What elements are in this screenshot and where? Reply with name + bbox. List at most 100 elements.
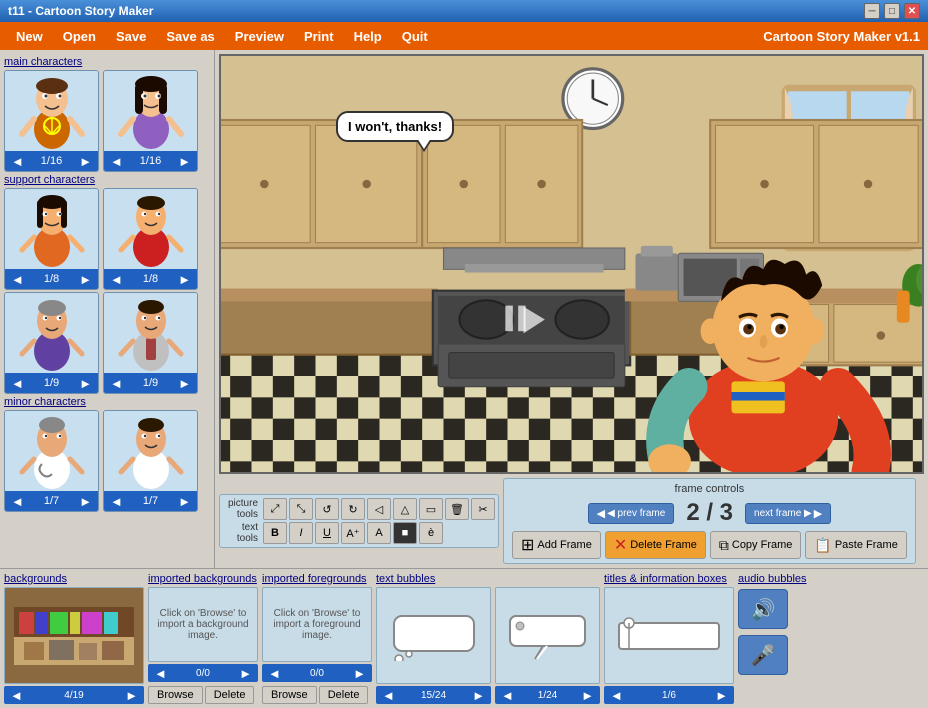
text-bubbles-prev[interactable]: ◄: [380, 688, 397, 703]
menu-help[interactable]: Help: [346, 26, 390, 47]
support-char-1-nav: ◄ 1/8 ►: [5, 269, 98, 289]
menu-print[interactable]: Print: [296, 26, 342, 47]
next-frame-button[interactable]: next frame ▶ ▶: [745, 503, 831, 524]
tool-flip-h[interactable]: ◁: [367, 498, 391, 520]
menu-open[interactable]: Open: [55, 26, 104, 47]
titles-thumb[interactable]: [604, 587, 734, 684]
imported-bg-next[interactable]: ►: [237, 666, 254, 681]
minor-char-2-next[interactable]: ►: [176, 494, 193, 509]
menubar: New Open Save Save as Preview Print Help…: [0, 22, 928, 50]
titles-counter: 1/6: [662, 690, 676, 701]
minor-char-1-img[interactable]: [5, 411, 98, 491]
minor-char-1-prev[interactable]: ◄: [9, 494, 26, 509]
backgrounds-thumb[interactable]: [4, 587, 144, 684]
minimize-button[interactable]: ─: [864, 3, 880, 19]
main-char-1-prev[interactable]: ◄: [9, 154, 26, 169]
support-char-2-img[interactable]: [104, 189, 197, 269]
tool-rotate-right[interactable]: ↻: [341, 498, 365, 520]
support-char-4-img[interactable]: [104, 293, 197, 373]
tool-italic[interactable]: I: [289, 522, 313, 544]
main-char-1-next[interactable]: ►: [77, 154, 94, 169]
backgrounds-prev[interactable]: ◄: [8, 688, 25, 703]
main-char-2-prev[interactable]: ◄: [108, 154, 125, 169]
main-char-2-next[interactable]: ►: [176, 154, 193, 169]
menu-save[interactable]: Save: [108, 26, 154, 47]
speech-bubble-nav: ◄ 1/24 ►: [495, 686, 600, 704]
support-char-3-prev[interactable]: ◄: [9, 376, 26, 391]
audio-play-button[interactable]: 🔊: [738, 589, 788, 629]
imported-bg-nav: ◄ 0/0 ►: [148, 664, 258, 682]
bubble-thumbnail: [389, 611, 479, 661]
support-characters-label: support characters: [4, 174, 210, 186]
support-char-2-prev[interactable]: ◄: [108, 272, 125, 287]
tool-delete[interactable]: 🗑: [445, 498, 469, 520]
paste-frame-button[interactable]: 📋 Paste Frame: [805, 531, 906, 559]
tool-underline[interactable]: U: [315, 522, 339, 544]
tool-color[interactable]: ■: [393, 522, 417, 544]
titles-next[interactable]: ►: [713, 688, 730, 703]
imported-fg-prev[interactable]: ◄: [266, 666, 283, 681]
tool-font-larger[interactable]: A⁺: [341, 522, 365, 544]
titles-prev[interactable]: ◄: [608, 688, 625, 703]
picture-tools-label: picturetools: [223, 498, 258, 520]
tool-bold[interactable]: B: [263, 522, 287, 544]
support-char-1-img[interactable]: [5, 189, 98, 269]
support-char-3-img[interactable]: [5, 293, 98, 373]
app-version: Cartoon Story Maker v1.1: [763, 29, 920, 44]
browse-fg-button[interactable]: Browse: [262, 686, 317, 704]
tool-special-char[interactable]: è: [419, 522, 443, 544]
add-frame-button[interactable]: ⊞ Add Frame: [512, 531, 601, 559]
tool-shrink[interactable]: ⤡: [289, 498, 313, 520]
tool-flip-v[interactable]: △: [393, 498, 417, 520]
support-char-2-next[interactable]: ►: [176, 272, 193, 287]
speech-bubble[interactable]: I won't, thanks!: [336, 111, 454, 142]
frame-counter: 2 / 3: [686, 499, 733, 527]
support-char-4-prev[interactable]: ◄: [108, 376, 125, 391]
imported-bg-prev[interactable]: ◄: [152, 666, 169, 681]
text-bubbles-thumb[interactable]: [376, 587, 491, 684]
audio-record-button[interactable]: 🎤: [738, 635, 788, 675]
close-button[interactable]: ✕: [904, 3, 920, 19]
tool-frame[interactable]: ▭: [419, 498, 443, 520]
menu-quit[interactable]: Quit: [394, 26, 436, 47]
tool-cut[interactable]: ✂: [471, 498, 495, 520]
delete-frame-button[interactable]: ✕ Delete Frame: [605, 531, 706, 559]
tools-bar: picturetools ⤢ ⤡ ↺ ↻ ◁ △ ▭ 🗑 ✂ texttools…: [219, 478, 924, 564]
speech-bubble-thumb[interactable]: [495, 587, 600, 684]
menu-preview[interactable]: Preview: [227, 26, 292, 47]
tool-rotate-left[interactable]: ↺: [315, 498, 339, 520]
menu-new[interactable]: New: [8, 26, 51, 47]
prev-frame-button[interactable]: ◀ ◀ prev frame: [588, 503, 675, 524]
speech-bubble-next[interactable]: ►: [579, 688, 596, 703]
delete-bg-button[interactable]: Delete: [205, 686, 255, 704]
imported-bg-section: imported backgrounds Click on 'Browse' t…: [148, 573, 258, 704]
menu-saveas[interactable]: Save as: [158, 26, 222, 47]
delete-fg-button[interactable]: Delete: [319, 686, 369, 704]
imported-bg-thumb[interactable]: Click on 'Browse' to import a background…: [148, 587, 258, 662]
tool-font-smaller[interactable]: A: [367, 522, 391, 544]
tool-expand[interactable]: ⤢: [263, 498, 287, 520]
backgrounds-next[interactable]: ►: [123, 688, 140, 703]
copy-frame-button[interactable]: ⧉ Copy Frame: [710, 531, 802, 559]
scene-canvas[interactable]: I won't, thanks!: [219, 54, 924, 474]
copy-frame-label: Copy Frame: [732, 539, 793, 551]
support-char-3-next[interactable]: ►: [77, 376, 94, 391]
text-bubbles-label: text bubbles: [376, 573, 491, 585]
text-bubbles-next[interactable]: ►: [470, 688, 487, 703]
speech-bubble-prev[interactable]: ◄: [499, 688, 516, 703]
maximize-button[interactable]: □: [884, 3, 900, 19]
support-char-4-next[interactable]: ►: [176, 376, 193, 391]
minor-char-1-next[interactable]: ►: [77, 494, 94, 509]
support-char-1-next[interactable]: ►: [77, 272, 94, 287]
main-characters-label: main characters: [4, 56, 210, 68]
main-char-1-counter: 1/16: [41, 155, 62, 167]
minor-char-2-img[interactable]: [104, 411, 197, 491]
browse-bg-button[interactable]: Browse: [148, 686, 203, 704]
minor-characters-row: ◄ 1/7 ►: [4, 410, 210, 512]
imported-fg-thumb[interactable]: Click on 'Browse' to import a foreground…: [262, 587, 372, 662]
main-char-2-img[interactable]: [104, 71, 197, 151]
support-char-1-prev[interactable]: ◄: [9, 272, 26, 287]
imported-fg-next[interactable]: ►: [351, 666, 368, 681]
minor-char-2-prev[interactable]: ◄: [108, 494, 125, 509]
main-char-1-img[interactable]: [5, 71, 98, 151]
